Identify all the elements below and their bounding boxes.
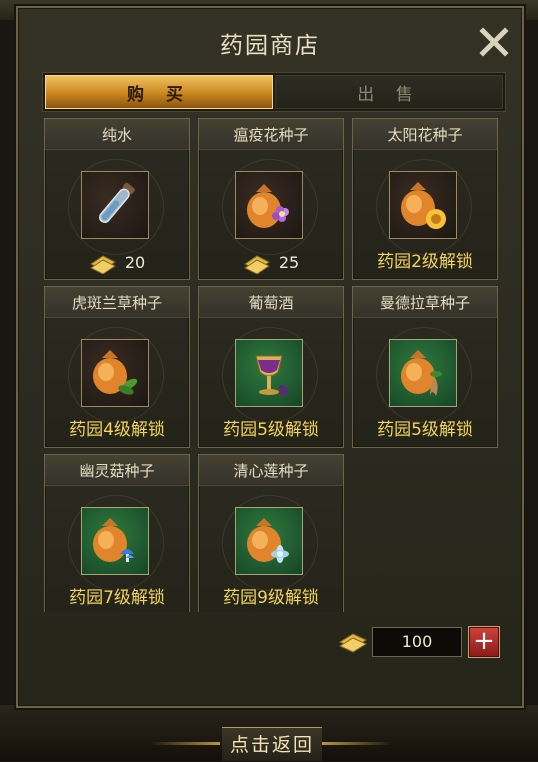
unlock-requirement: 药园5级解锁	[223, 420, 319, 440]
tab-sell[interactable]: 出 售	[275, 75, 503, 109]
item-name: 太阳花种子	[353, 119, 497, 150]
unlock-requirement: 药园4级解锁	[69, 420, 165, 440]
price-value: 25	[278, 252, 300, 272]
item-name: 葡萄酒	[199, 287, 343, 318]
sunflower-seed-icon	[389, 171, 457, 239]
item-price: 20	[45, 249, 189, 275]
close-icon	[479, 27, 509, 57]
ghost-mushroom-seed-icon	[81, 507, 149, 575]
tab-bar: 购 买 出 售	[42, 72, 506, 112]
shop-item-card[interactable]: 虎斑兰草种子 药园4级解锁	[44, 286, 190, 448]
gold-bar-icon	[89, 255, 116, 274]
unlock-requirement: 药园7级解锁	[69, 588, 165, 608]
shop-item-card[interactable]: 幽灵菇种子 药园7级解锁	[44, 454, 190, 612]
unlock-requirement: 药园9级解锁	[223, 588, 319, 608]
shop-item-card[interactable]: 瘟疫花种子 25	[198, 118, 344, 280]
quantity-input[interactable]: 100	[372, 627, 462, 657]
unlock-requirement: 药园5级解锁	[377, 420, 473, 440]
wine-goblet-icon	[235, 339, 303, 407]
item-grid: 纯水 20 瘟疫花种子 25 太阳花种子 药园2级解锁 虎斑兰草种子 药园4级解…	[42, 118, 508, 612]
unlock-requirement: 药园2级解锁	[377, 252, 473, 272]
shop-item-card[interactable]: 太阳花种子 药园2级解锁	[352, 118, 498, 280]
lotus-seed-icon	[235, 507, 303, 575]
item-name: 纯水	[45, 119, 189, 150]
back-button-ornament-right	[322, 742, 392, 745]
tab-buy[interactable]: 购 买	[45, 75, 273, 109]
close-button[interactable]	[476, 24, 512, 60]
window-title: 药园商店	[220, 33, 320, 59]
shop-item-card[interactable]: 葡萄酒 药园5级解锁	[198, 286, 344, 448]
item-name: 曼德拉草种子	[353, 287, 497, 318]
increase-quantity-button[interactable]: +	[468, 626, 500, 658]
gold-bar-icon	[243, 255, 270, 274]
back-button[interactable]: 点击返回	[222, 727, 322, 761]
mandrake-seed-icon	[389, 339, 457, 407]
plague-flower-seed-icon	[235, 171, 303, 239]
item-price: 25	[199, 249, 343, 275]
plus-icon: +	[473, 626, 495, 656]
shop-item-card[interactable]: 清心莲种子 药园9级解锁	[198, 454, 344, 612]
shop-item-card[interactable]: 纯水 20	[44, 118, 190, 280]
shop-panel: 药园商店 购 买 出 售 纯水 20 瘟疫花种子 25 太阳花种子 药园2级解锁…	[16, 6, 524, 708]
water-vial-icon	[81, 171, 149, 239]
item-name: 瘟疫花种子	[199, 119, 343, 150]
item-name: 虎斑兰草种子	[45, 287, 189, 318]
back-button-ornament-left	[150, 742, 220, 745]
tiger-orchid-seed-icon	[81, 339, 149, 407]
shop-item-card[interactable]: 曼德拉草种子 药园5级解锁	[352, 286, 498, 448]
item-name: 幽灵菇种子	[45, 455, 189, 486]
gold-bar-icon	[338, 626, 368, 656]
price-value: 20	[124, 252, 146, 272]
item-name: 清心莲种子	[199, 455, 343, 486]
